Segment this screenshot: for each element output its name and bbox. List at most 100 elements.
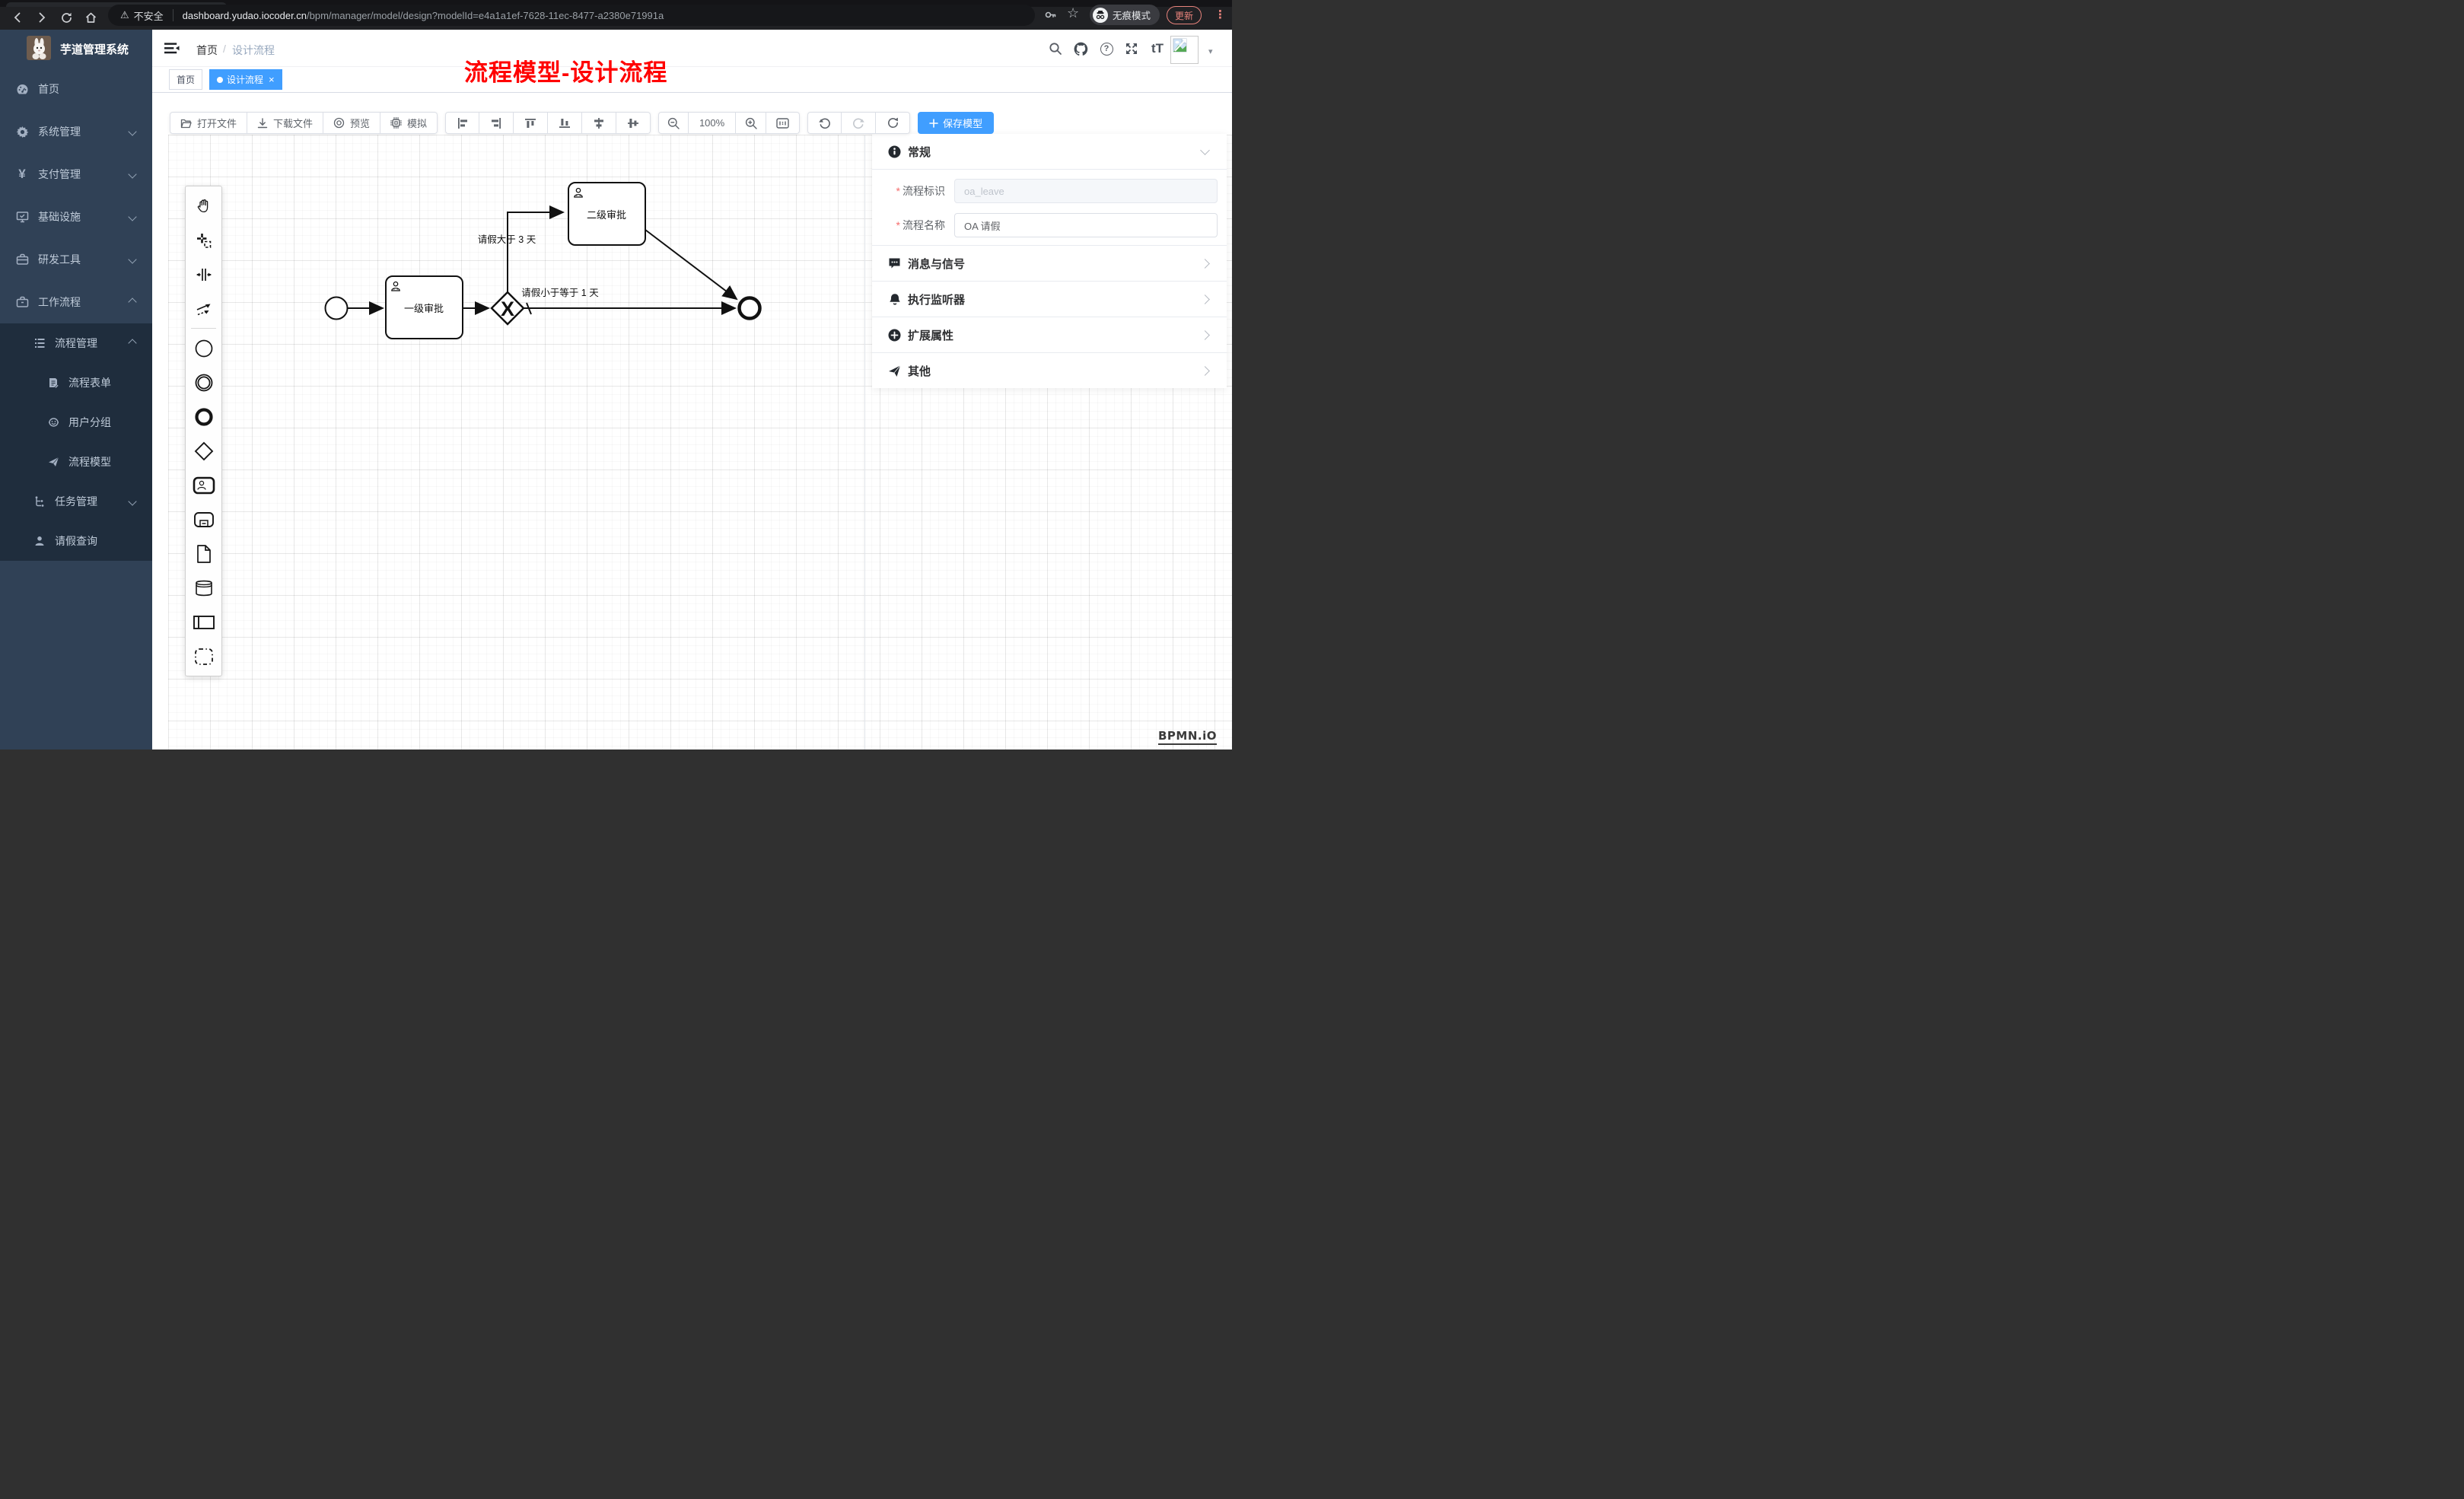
- sidebar-item-user-group[interactable]: 用户分组: [0, 403, 152, 442]
- sidebar-item-infrastructure[interactable]: 基础设施: [0, 196, 152, 238]
- connection-tool-icon[interactable]: [186, 291, 221, 326]
- avatar-caret-icon[interactable]: ▾: [1208, 46, 1213, 56]
- process-name-input[interactable]: [954, 213, 1218, 237]
- create-subprocess-icon[interactable]: [186, 502, 221, 536]
- section-general[interactable]: 常规: [872, 134, 1227, 170]
- create-gateway-icon[interactable]: [186, 434, 221, 468]
- back-icon[interactable]: [9, 9, 26, 26]
- create-group-icon[interactable]: [186, 639, 221, 673]
- sidebar-collapse-icon[interactable]: [164, 40, 180, 56]
- sidebar-item-home[interactable]: 首页: [0, 68, 152, 110]
- align-right-button[interactable]: [479, 112, 514, 134]
- font-size-icon[interactable]: tT: [1148, 41, 1167, 56]
- chevron-right-icon: [1200, 330, 1210, 340]
- sidebar-item-process-management[interactable]: 流程管理: [0, 323, 152, 363]
- sidebar-logo-row[interactable]: 芋道管理系统: [0, 30, 152, 72]
- url-path: /bpm/manager/model/design?modelId=e4a1a1…: [307, 10, 664, 21]
- process-key-label-text: 流程标识: [903, 185, 945, 197]
- sidebar-item-system[interactable]: 系统管理: [0, 110, 152, 153]
- section-message-signal[interactable]: 消息与信号: [872, 246, 1227, 282]
- key-icon[interactable]: [1044, 8, 1057, 21]
- align-top-button[interactable]: [514, 112, 548, 134]
- undo-button[interactable]: [807, 112, 842, 134]
- redo-button[interactable]: [842, 112, 876, 134]
- align-center-horizontal-button[interactable]: [582, 112, 616, 134]
- section-extension-properties[interactable]: 扩展属性: [872, 317, 1227, 353]
- condition-label-gt3[interactable]: 请假大于 3 天: [478, 234, 536, 245]
- designer-toolbar: 打开文件 下载文件 预览 模拟: [170, 112, 994, 134]
- hand-tool-icon[interactable]: [186, 189, 221, 223]
- incognito-label: 无痕模式: [1113, 8, 1151, 22]
- zoom-out-button[interactable]: [658, 112, 689, 134]
- lasso-tool-icon[interactable]: [186, 223, 221, 257]
- create-data-object-icon[interactable]: [186, 536, 221, 571]
- browser-menu-icon[interactable]: ⋮: [1214, 8, 1226, 21]
- monitor-icon: [15, 210, 29, 224]
- open-file-button[interactable]: 打开文件: [170, 112, 247, 134]
- create-user-task-icon[interactable]: [186, 468, 221, 502]
- align-center-vertical-button[interactable]: [616, 112, 651, 134]
- sidebar-item-label: 流程模型: [68, 454, 111, 469]
- sidebar-item-process-model[interactable]: 流程模型: [0, 442, 152, 482]
- fit-viewport-button[interactable]: [766, 112, 800, 134]
- flow-task2-to-end[interactable]: [645, 230, 737, 299]
- tag-home[interactable]: 首页: [169, 69, 202, 90]
- process-name-label: *流程名称: [872, 218, 945, 233]
- forward-icon[interactable]: [33, 9, 50, 26]
- incognito-badge: 无痕模式: [1090, 5, 1160, 25]
- restart-button[interactable]: [876, 112, 910, 134]
- home-icon[interactable]: [82, 9, 99, 26]
- sidebar-item-workflow[interactable]: 工作流程: [0, 281, 152, 323]
- sidebar-item-process-form[interactable]: 流程表单: [0, 363, 152, 403]
- save-model-button[interactable]: 保存模型: [918, 112, 994, 134]
- create-start-event-icon[interactable]: [186, 331, 221, 365]
- start-event[interactable]: [326, 298, 348, 320]
- create-participant-icon[interactable]: [186, 605, 221, 639]
- download-file-button[interactable]: 下载文件: [247, 112, 323, 134]
- section-other[interactable]: 其他: [872, 353, 1227, 388]
- security-chip[interactable]: ⚠ 不安全: [120, 8, 164, 23]
- avatar[interactable]: [1170, 36, 1199, 64]
- preview-button[interactable]: 预览: [323, 112, 380, 134]
- section-general-label: 常规: [908, 144, 931, 160]
- flow-gateway-to-task2[interactable]: [508, 212, 563, 292]
- condition-label-le1[interactable]: 请假小于等于 1 天: [521, 287, 599, 298]
- sidebar-item-label: 基础设施: [38, 209, 81, 224]
- bookmark-star-icon[interactable]: ☆: [1067, 8, 1079, 19]
- end-event[interactable]: [740, 298, 760, 319]
- space-tool-icon[interactable]: [186, 257, 221, 291]
- fullscreen-icon[interactable]: [1124, 41, 1139, 56]
- breadcrumb-home[interactable]: 首页: [196, 43, 218, 58]
- sidebar-item-leave-query[interactable]: 请假查询: [0, 521, 152, 561]
- align-left-button[interactable]: [445, 112, 479, 134]
- sidebar-item-task-management[interactable]: 任务管理: [0, 482, 152, 521]
- section-other-label: 其他: [908, 363, 931, 379]
- sidebar-item-payment[interactable]: ¥ 支付管理: [0, 153, 152, 196]
- zoom-in-button[interactable]: [736, 112, 766, 134]
- sidebar-item-devtools[interactable]: 研发工具: [0, 238, 152, 281]
- toolbox-icon: [15, 253, 29, 266]
- browser-update-button[interactable]: 更新: [1167, 6, 1202, 24]
- process-key-row: *流程标识: [872, 179, 1227, 203]
- create-end-event-icon[interactable]: [186, 399, 221, 434]
- sidebar-item-label: 任务管理: [55, 494, 97, 509]
- incognito-icon: [1093, 8, 1108, 23]
- search-icon[interactable]: [1048, 41, 1063, 56]
- message-icon: [888, 257, 901, 270]
- download-file-label: 下载文件: [273, 116, 313, 130]
- github-icon[interactable]: [1073, 41, 1088, 56]
- tag-close-icon[interactable]: ×: [269, 75, 275, 84]
- create-intermediate-event-icon[interactable]: [186, 365, 221, 399]
- face-icon: [47, 416, 59, 428]
- reload-icon[interactable]: [58, 9, 75, 26]
- section-execution-listener[interactable]: 执行监听器: [872, 282, 1227, 317]
- address-bar[interactable]: ⚠ 不安全 dashboard.yudao.iocoder.cn/bpm/man…: [108, 5, 1035, 26]
- bpmn-io-logo[interactable]: BPMN.iO: [1158, 729, 1217, 745]
- bpmn-palette: [185, 186, 222, 676]
- help-icon[interactable]: ?: [1099, 41, 1114, 56]
- create-data-store-icon[interactable]: [186, 571, 221, 605]
- tagbar: 首页 设计流程 ×: [152, 66, 1232, 93]
- tag-design-active[interactable]: 设计流程 ×: [209, 69, 282, 90]
- simulate-button[interactable]: 模拟: [380, 112, 438, 134]
- align-bottom-button[interactable]: [548, 112, 582, 134]
